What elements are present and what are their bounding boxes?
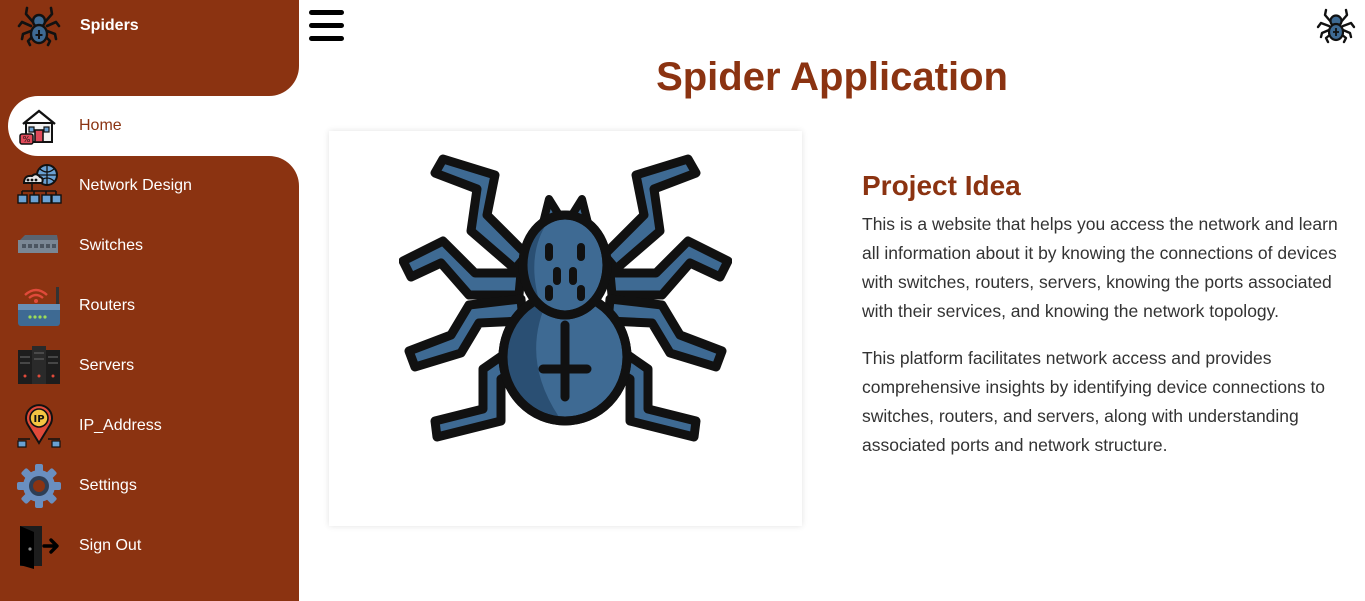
network-design-icon [16,163,62,209]
home-icon: % [16,103,62,149]
sign-out-icon [16,523,62,569]
brand[interactable]: Spiders [0,0,299,96]
ip-address-icon: IP [16,403,62,449]
spider-icon [17,6,61,47]
avatar[interactable] [1316,7,1356,44]
sidebar-item-label: Settings [79,477,137,494]
top-bar [299,0,1365,52]
page-title: Spider Application [656,55,1008,99]
spider-icon [399,154,732,442]
project-idea-section: Project Idea This is a website that help… [862,170,1342,478]
sidebar: Spiders % Home Network Design Switches R… [0,0,299,601]
sidebar-item-settings[interactable]: Settings [0,456,299,516]
svg-text:%: % [23,135,31,144]
sidebar-item-ip-address[interactable]: IP IP_Address [0,396,299,456]
active-curve-top [269,66,299,96]
sidebar-item-label: Home [79,117,122,134]
spider-image-card [329,131,802,526]
sidebar-item-label: IP_Address [79,417,162,434]
gear-icon [16,463,62,509]
sidebar-item-sign-out[interactable]: Sign Out [0,516,299,576]
server-icon [16,343,62,389]
hamburger-icon[interactable] [309,10,345,42]
router-icon [16,283,62,329]
sidebar-nav: % Home Network Design Switches Routers S… [0,66,299,576]
sidebar-item-routers[interactable]: Routers [0,276,299,336]
sidebar-item-label: Servers [79,357,135,374]
svg-text:IP: IP [33,414,44,425]
sidebar-item-network-design[interactable]: Network Design [0,156,299,216]
sidebar-item-label: Network Design [79,177,192,194]
sidebar-item-home[interactable]: % Home [0,66,299,186]
sidebar-item-label: Switches [79,237,144,254]
sidebar-item-switches[interactable]: Switches [0,216,299,276]
section-title: Project Idea [862,170,1021,201]
paragraph: This is a website that helps you access … [862,214,1338,321]
switch-icon [16,223,62,269]
paragraph: This platform facilitates network access… [862,348,1326,455]
sidebar-item-label: Routers [79,297,136,314]
brand-name: Spiders [80,17,139,34]
sidebar-item-label: Sign Out [79,537,142,554]
sidebar-item-servers[interactable]: Servers [0,336,299,396]
